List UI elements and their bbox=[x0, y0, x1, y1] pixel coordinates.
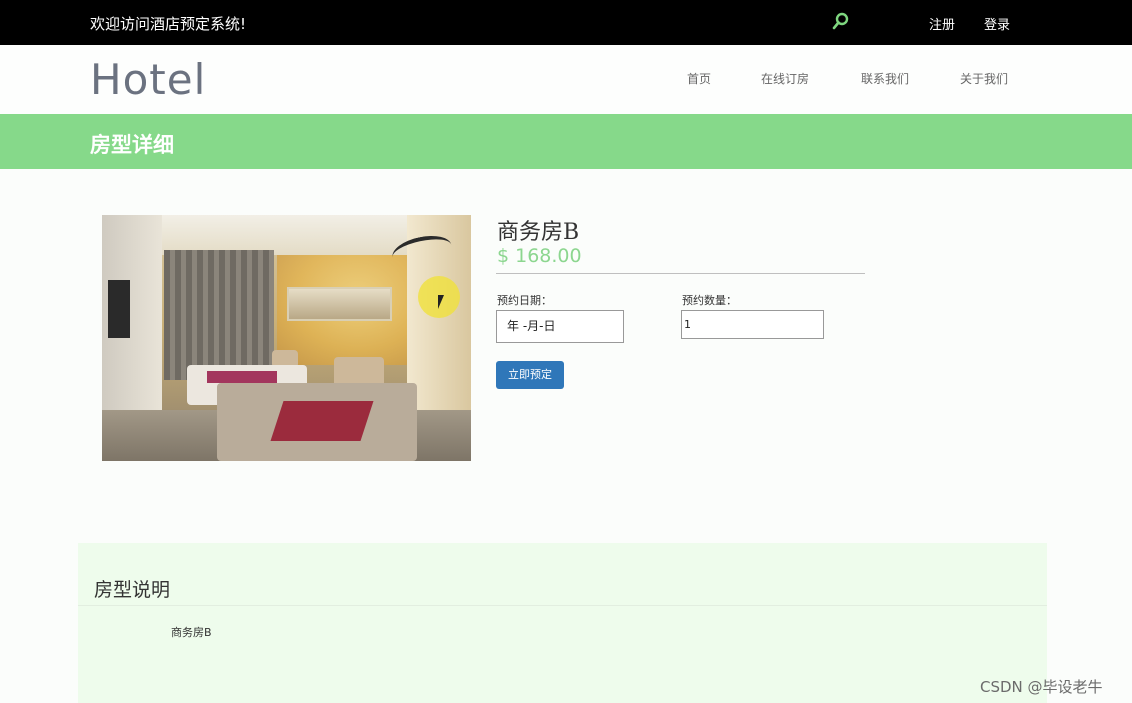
top-bar: 欢迎访问酒店预定系统! 注册 登录 bbox=[0, 0, 1132, 45]
description-panel: 房型说明 商务房B bbox=[78, 543, 1047, 703]
watermark: CSDN @毕设老牛 bbox=[980, 678, 1103, 696]
nav-online-booking[interactable]: 在线订房 bbox=[761, 70, 809, 87]
welcome-text: 欢迎访问酒店预定系统! bbox=[90, 15, 247, 33]
page-banner: 房型详细 bbox=[0, 114, 1132, 169]
book-now-button[interactable]: 立即预定 bbox=[496, 361, 564, 389]
room-photo bbox=[102, 215, 471, 461]
divider bbox=[496, 273, 865, 274]
nav-home[interactable]: 首页 bbox=[687, 70, 711, 87]
login-link[interactable]: 登录 bbox=[984, 14, 1010, 33]
mouse-pointer-icon bbox=[438, 295, 444, 309]
quantity-label: 预约数量： bbox=[682, 294, 737, 307]
page-title: 房型详细 bbox=[90, 133, 174, 157]
nav-about-us[interactable]: 关于我们 bbox=[960, 70, 1008, 87]
room-price: $ 168.00 bbox=[497, 245, 582, 267]
site-header: Hotel 首页 在线订房 联系我们 关于我们 bbox=[0, 45, 1132, 114]
booking-quantity-input[interactable] bbox=[681, 310, 824, 339]
register-link[interactable]: 注册 bbox=[929, 14, 955, 33]
site-logo[interactable]: Hotel bbox=[90, 55, 206, 104]
nav-contact-us[interactable]: 联系我们 bbox=[861, 70, 909, 87]
description-divider bbox=[78, 605, 1047, 606]
description-title: 房型说明 bbox=[94, 579, 171, 601]
room-name: 商务房B bbox=[497, 220, 580, 245]
search-icon[interactable] bbox=[832, 12, 850, 32]
date-label: 预约日期： bbox=[497, 294, 552, 307]
booking-date-input[interactable]: 年 -月-日 bbox=[496, 310, 624, 343]
description-text: 商务房B bbox=[171, 626, 212, 639]
